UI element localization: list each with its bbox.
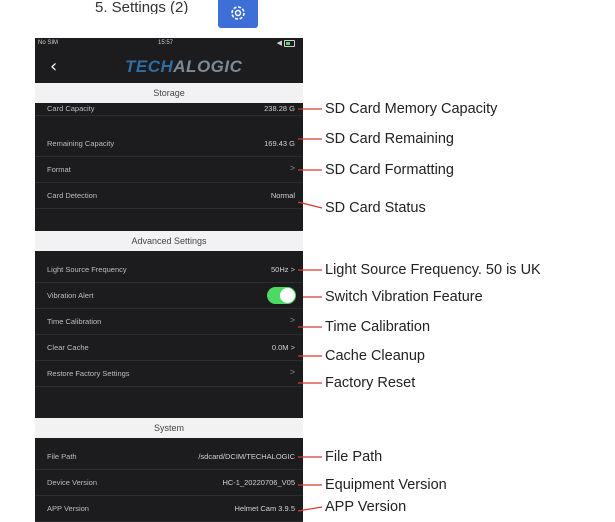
annotation-sd-remaining: SD Card Remaining <box>325 131 454 147</box>
annotation-cache: Cache Cleanup <box>325 348 425 364</box>
callout-line <box>297 506 323 512</box>
callout-lines <box>297 108 323 512</box>
annotation-sd-capacity: SD Card Memory Capacity <box>325 101 498 117</box>
annotation-light-frequency: Light Source Frequency. 50 is UK <box>325 262 541 278</box>
callout-line <box>297 201 323 209</box>
annotation-factory-reset: Factory Reset <box>325 375 416 391</box>
annotation-vibration: Switch Vibration Feature <box>325 289 483 305</box>
annotation-app-version: APP Version <box>325 499 407 515</box>
annotation-sd-status: SD Card Status <box>325 200 426 216</box>
annotation-time-calibration: Time Calibration <box>325 319 431 335</box>
annotation-sd-format: SD Card Formatting <box>325 162 454 178</box>
annotation-equipment-version: Equipment Version <box>325 477 447 493</box>
annotation-file-path: File Path <box>325 449 383 465</box>
